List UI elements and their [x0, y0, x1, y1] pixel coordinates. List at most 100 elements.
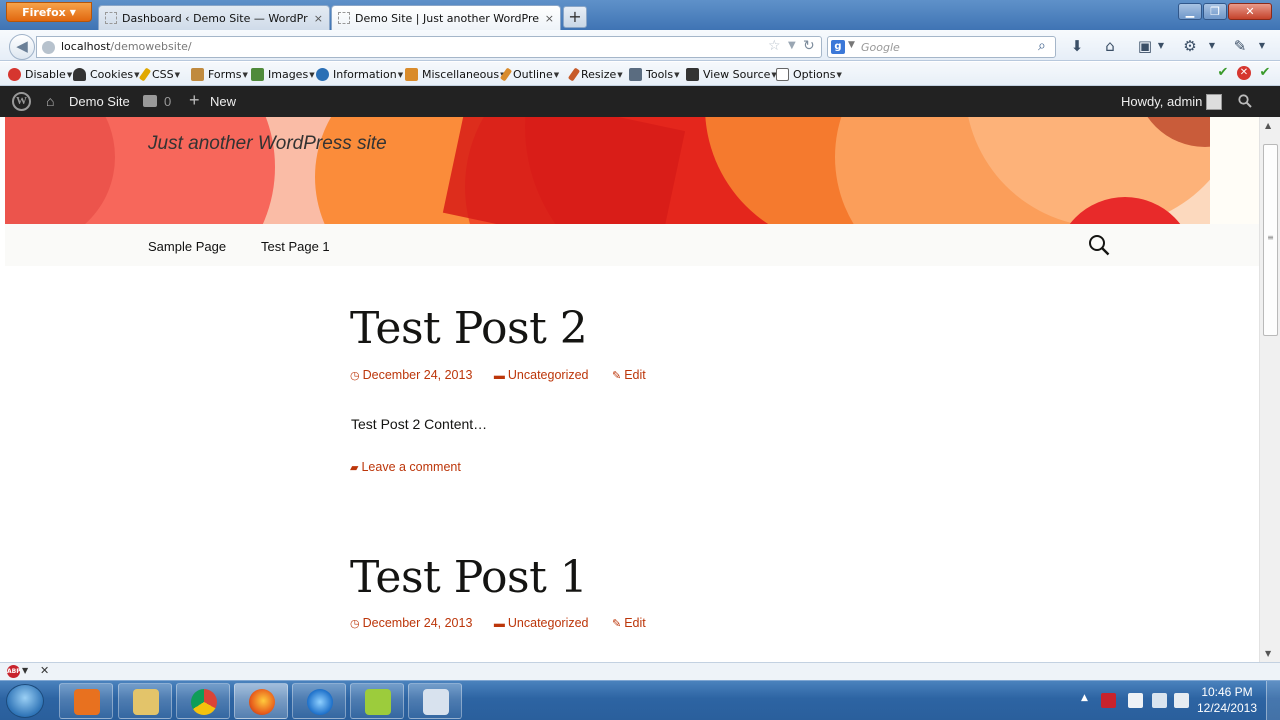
dev-menu-cookies[interactable]: Cookies ▼	[73, 67, 139, 82]
close-icon[interactable]: ✕	[40, 664, 49, 677]
navigation-toolbar: ◀ localhost/demowebsite/ ☆ ▼ ↻ g ▼ Googl…	[0, 30, 1280, 61]
url-host: localhost	[61, 40, 111, 53]
dev-menu-miscellaneous[interactable]: Miscellaneous▼	[405, 67, 506, 82]
search-engine-dropdown-icon[interactable]: ▼	[848, 40, 855, 50]
home-icon[interactable]: ⌂	[46, 93, 62, 109]
taskbar-media-player[interactable]	[59, 683, 113, 719]
dev-menu-label: Disable	[25, 68, 66, 81]
scrollbar-thumb[interactable]: ≡	[1263, 144, 1278, 336]
wordpress-logo-icon[interactable]: W	[12, 92, 31, 111]
close-tab-icon[interactable]: ×	[545, 12, 554, 25]
url-path: /demowebsite/	[110, 40, 192, 53]
web-developer-icon[interactable]: ⚙	[1180, 35, 1200, 57]
dev-menu-tools[interactable]: Tools ▼	[629, 67, 680, 82]
dev-menu-css[interactable]: CSS ▼	[138, 67, 180, 82]
chevron-down-icon[interactable]: ▼	[1151, 35, 1171, 57]
volume-icon[interactable]	[1174, 693, 1189, 708]
firefox-menu-button[interactable]: Firefox ▼	[6, 2, 92, 22]
dev-menu-forms[interactable]: Forms ▼	[191, 67, 248, 82]
comment-bubble-icon[interactable]	[143, 95, 157, 107]
google-icon[interactable]: g	[831, 40, 845, 54]
url-text[interactable]: localhost/demowebsite/	[61, 40, 192, 53]
new-content-link[interactable]: New	[210, 94, 236, 109]
pencil-icon: ✎	[611, 370, 622, 382]
web-developer-toolbar: Disable ▼ Cookies ▼ CSS ▼ Forms ▼ Images ▼ In…	[0, 62, 1280, 86]
home-icon[interactable]: ⌂	[1100, 35, 1120, 57]
taskbar-explorer[interactable]	[118, 683, 172, 719]
dev-menu-information[interactable]: Information ▼	[316, 67, 403, 82]
clock-icon: ◷	[350, 370, 360, 382]
error-icon[interactable]: ✕	[1237, 66, 1251, 80]
plus-icon[interactable]: +	[189, 90, 200, 110]
taskbar-chrome[interactable]	[176, 683, 230, 719]
history-dropdown-icon[interactable]: ▼	[788, 40, 796, 51]
taskbar-remote-desktop[interactable]	[408, 683, 462, 719]
chevron-down-icon[interactable]: ▼	[1202, 35, 1222, 57]
scroll-up-arrow-icon[interactable]: ▲	[1265, 121, 1271, 130]
minimize-button[interactable]: ▁	[1178, 3, 1202, 20]
search-icon[interactable]	[1088, 234, 1110, 256]
post-date-link[interactable]: December 24, 2013	[363, 616, 473, 630]
scroll-down-arrow-icon[interactable]: ▼	[1265, 649, 1271, 658]
tab-dashboard[interactable]: Dashboard ‹ Demo Site — WordPress ×	[98, 5, 330, 30]
dev-menu-view-source[interactable]: View Source ▼	[686, 67, 777, 82]
post-edit-link[interactable]: Edit	[624, 368, 646, 382]
show-hidden-icons-icon[interactable]: ▲	[1081, 693, 1088, 703]
taskbar-firefox[interactable]	[234, 683, 288, 719]
avatar[interactable]	[1206, 94, 1222, 110]
site-name-link[interactable]: Demo Site	[69, 94, 130, 109]
post-title[interactable]: Test Post 2	[350, 303, 588, 354]
adblock-icon[interactable]: ABP	[7, 665, 21, 678]
maximize-button[interactable]: ❐	[1203, 3, 1227, 20]
taskbar-internet-explorer[interactable]	[292, 683, 346, 719]
search-bar[interactable]: g ▼ Google ⌕	[827, 36, 1056, 58]
web-page-content: Just another WordPress site Sample Page …	[5, 117, 1259, 662]
back-button[interactable]: ◀	[9, 34, 35, 60]
checkmark-icon[interactable]: ✔	[1216, 66, 1230, 80]
dev-menu-resize[interactable]: Resize ▼	[567, 67, 623, 82]
show-desktop-button[interactable]	[1266, 681, 1280, 720]
reload-icon[interactable]: ↻	[803, 38, 815, 54]
tab-demo-site[interactable]: Demo Site | Just another WordPress site …	[331, 5, 561, 30]
comments-count[interactable]: 0	[164, 94, 171, 109]
post-title[interactable]: Test Post 1	[350, 552, 588, 603]
security-tray-icon[interactable]	[1101, 693, 1116, 708]
dev-menu-options[interactable]: Options ▼	[776, 67, 842, 82]
network-tray-icon[interactable]	[1152, 693, 1167, 708]
clock-time[interactable]: 10:46 PM	[1196, 685, 1258, 699]
post-edit-link[interactable]: Edit	[624, 616, 646, 630]
menu-item-sample-page[interactable]: Sample Page	[148, 239, 226, 254]
address-bar[interactable]: localhost/demowebsite/ ☆ ▼ ↻	[36, 36, 822, 58]
post-date-link[interactable]: December 24, 2013	[363, 368, 473, 382]
pencil-icon: ✎	[611, 618, 622, 630]
dev-menu-outline[interactable]: Outline ▼	[499, 67, 559, 82]
search-magnifier-icon[interactable]: ⌕	[1038, 38, 1046, 54]
page-scrollbar[interactable]: ▲ ≡ ▼	[1259, 117, 1280, 662]
folder-icon: ▬	[493, 618, 505, 630]
start-button[interactable]	[6, 684, 44, 718]
tab-title: Demo Site | Just another WordPress site	[355, 11, 539, 25]
device-tray-icon[interactable]	[1128, 693, 1143, 708]
search-input[interactable]: Google	[861, 41, 900, 54]
taskbar-notepad[interactable]	[350, 683, 404, 719]
post-category-link[interactable]: Uncategorized	[508, 616, 589, 630]
howdy-user-link[interactable]: Howdy, admin	[1121, 94, 1202, 109]
remote-desktop-icon	[423, 689, 449, 715]
bookmark-star-icon[interactable]: ☆	[768, 38, 781, 54]
chevron-down-icon[interactable]: ▼	[22, 666, 28, 675]
leave-comment-link[interactable]: Leave a comment	[361, 460, 460, 474]
checkmark-icon[interactable]: ✔	[1258, 66, 1272, 80]
close-tab-icon[interactable]: ×	[314, 12, 323, 25]
downloads-icon[interactable]: ⬇	[1067, 35, 1087, 57]
chevron-down-icon[interactable]: ▼	[1252, 35, 1272, 57]
dev-menu-images[interactable]: Images ▼	[251, 67, 315, 82]
search-icon[interactable]	[1238, 94, 1252, 108]
post-category-link[interactable]: Uncategorized	[508, 368, 589, 382]
eyedropper-icon[interactable]: ✎	[1230, 35, 1250, 57]
close-window-button[interactable]: ✕	[1228, 3, 1272, 20]
dev-menu-disable[interactable]: Disable ▼	[8, 67, 72, 82]
new-tab-button[interactable]: +	[563, 6, 587, 28]
clock-date[interactable]: 12/24/2013	[1196, 701, 1258, 715]
menu-item-test-page-1[interactable]: Test Page 1	[261, 239, 330, 254]
windows-taskbar: ▲ 10:46 PM 12/24/2013	[0, 680, 1280, 720]
